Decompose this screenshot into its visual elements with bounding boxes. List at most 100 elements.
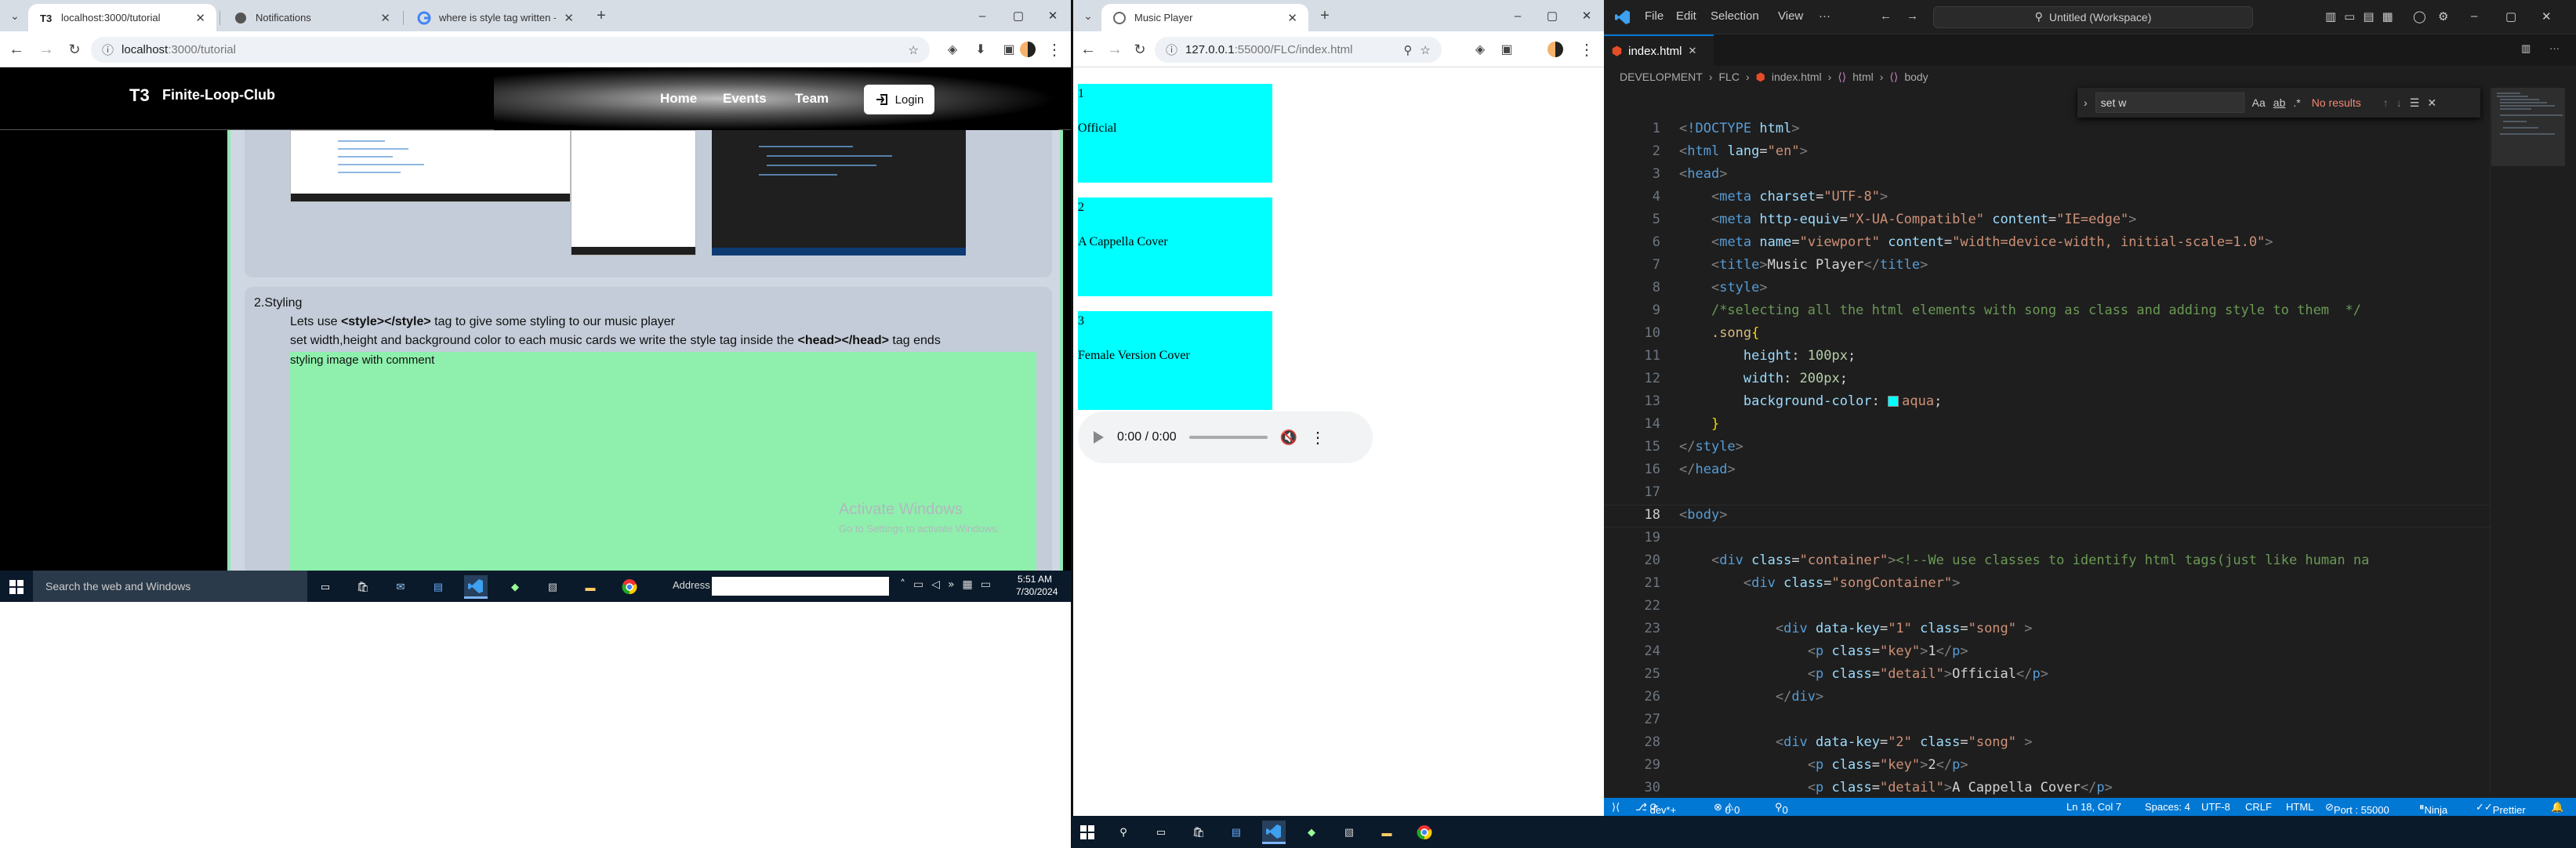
store-icon[interactable]: 🛍: [1187, 821, 1210, 844]
code-editor[interactable]: 1 2 3 4 5 6 7 8 9 10 11 12 13 14 15 16 1…: [1604, 118, 2490, 795]
minimize-button[interactable]: –: [1500, 0, 1536, 31]
code-line[interactable]: <head>: [1679, 166, 1727, 182]
code-line[interactable]: </style>: [1679, 439, 1743, 455]
vscode-taskbar-icon[interactable]: [1262, 821, 1286, 844]
site-brand[interactable]: T3 Finite-Loop-Club: [129, 85, 275, 105]
close-icon[interactable]: ✕: [1688, 45, 1696, 57]
match-case-icon[interactable]: Aa: [2252, 96, 2266, 109]
tray-icons[interactable]: ˄▭◁»▦▭: [900, 578, 999, 591]
reload-icon[interactable]: ↻: [1128, 38, 1152, 61]
remote-icon[interactable]: ⟩⟨: [1612, 801, 1620, 814]
extension-icon[interactable]: ◈: [941, 38, 964, 61]
menu-dots-icon[interactable]: ⋮: [1043, 38, 1066, 61]
menu-dots-icon[interactable]: ⋮: [1575, 38, 1598, 61]
problems-status[interactable]: ⊗ 0 ⚠ 0: [1714, 801, 1740, 816]
app-icon[interactable]: ▧: [541, 575, 564, 599]
command-center[interactable]: ⚲ Untitled (Workspace): [1933, 6, 2253, 28]
nav-team-link[interactable]: Team: [795, 91, 829, 107]
code-line[interactable]: }: [1679, 416, 1719, 432]
code-line[interactable]: <p class="detail">Official</p>: [1679, 666, 2048, 682]
window-close-button[interactable]: ✕: [2542, 9, 2552, 24]
close-icon[interactable]: ✕: [564, 11, 574, 25]
puzzle-icon[interactable]: ▣: [1495, 38, 1518, 61]
download-icon[interactable]: ⬇: [969, 38, 992, 61]
code-line[interactable]: <p class="key">2</p>: [1679, 757, 1968, 773]
minimize-button[interactable]: –: [2471, 9, 2477, 23]
nav-events-link[interactable]: Events: [723, 91, 767, 107]
code-line[interactable]: <div class="songContainer">: [1679, 575, 1960, 591]
layout-icons[interactable]: ▥▭▤▦: [2325, 9, 2401, 24]
ports-status[interactable]: ⚲ 0: [1775, 801, 1788, 816]
back-arrow-icon[interactable]: ←: [5, 38, 28, 61]
tab-google-search[interactable]: where is style tag written - Goo ✕: [406, 4, 585, 31]
eol-status[interactable]: CRLF: [2245, 801, 2272, 813]
audio-options-icon[interactable]: ⋮: [1310, 428, 1326, 448]
mail-icon[interactable]: ✉: [389, 575, 412, 599]
profile-avatar-icon[interactable]: [1016, 38, 1039, 61]
gear-icon[interactable]: ⚙: [2438, 9, 2448, 24]
nav-home-link[interactable]: Home: [660, 91, 697, 107]
whole-word-icon[interactable]: ab: [2273, 96, 2286, 109]
account-icon[interactable]: ◯: [2413, 9, 2426, 24]
code-line[interactable]: /*selecting all the html elements with s…: [1679, 303, 2361, 318]
git-icon[interactable]: ◆: [503, 575, 527, 599]
menu-edit[interactable]: Edit: [1676, 9, 1696, 23]
forward-arrow-icon[interactable]: →: [34, 38, 58, 61]
next-match-icon[interactable]: ↓: [2396, 96, 2402, 109]
code-line[interactable]: </div>: [1679, 689, 1823, 705]
file-explorer-icon[interactable]: ▬: [579, 575, 602, 599]
song-card-3[interactable]: 3 Female Version Cover: [1078, 311, 1272, 410]
chevron-right-icon[interactable]: ›: [2084, 96, 2088, 109]
ninja-status[interactable]: ⏸ Ninja: [2419, 801, 2447, 816]
task-view-icon[interactable]: ▭: [314, 575, 337, 599]
bookmark-star-icon[interactable]: ☆: [909, 43, 919, 57]
code-line[interactable]: <!DOCTYPE html>: [1679, 121, 1800, 136]
menu-selection[interactable]: Selection: [1711, 9, 1759, 23]
code-line[interactable]: <p class="detail">A Cappella Cover</p>: [1679, 780, 2113, 795]
mid-address-bar[interactable]: ⓘ 127.0.0.1:55000/FLC/index.html ⚲ ☆: [1155, 37, 1442, 63]
breadcrumb-item[interactable]: DEVELOPMENT: [1620, 71, 1703, 83]
tab-search-icon[interactable]: ⌄: [3, 4, 27, 27]
notepad-icon[interactable]: ▤: [1225, 821, 1248, 844]
task-view-icon[interactable]: ▭: [1149, 821, 1173, 844]
address-toolbar-input[interactable]: [712, 577, 889, 596]
find-in-selection-icon[interactable]: ☰: [2410, 96, 2420, 110]
menu-more[interactable]: ···: [1819, 9, 1830, 23]
code-line[interactable]: width: 200px;: [1679, 371, 1848, 386]
previous-match-icon[interactable]: ↑: [2383, 96, 2389, 109]
code-line[interactable]: <title>Music Player</title>: [1679, 257, 1928, 273]
tab-music-player[interactable]: Music Player ✕: [1101, 4, 1308, 31]
maximize-button[interactable]: ▢: [1000, 0, 1036, 31]
tab-index-html[interactable]: ⬢ index.html ✕: [1604, 34, 1714, 66]
back-arrow-icon[interactable]: ←: [1880, 9, 1892, 23]
new-tab-button[interactable]: +: [1313, 4, 1337, 27]
encoding-status[interactable]: UTF-8: [2201, 801, 2230, 813]
code-line[interactable]: <meta http-equiv="X-UA-Compatible" conte…: [1679, 212, 2137, 227]
maximize-button[interactable]: ▢: [1534, 0, 1570, 31]
chrome-taskbar-icon[interactable]: [1413, 821, 1436, 844]
git-icon[interactable]: ◆: [1300, 821, 1323, 844]
store-icon[interactable]: 🛍: [351, 575, 375, 599]
tab-notifications[interactable]: Notifications ✕: [223, 4, 401, 31]
breadcrumb-item[interactable]: index.html: [1772, 71, 1822, 83]
breadcrumb-item[interactable]: FLC: [1718, 71, 1739, 83]
back-arrow-icon[interactable]: ←: [1076, 38, 1100, 61]
close-icon[interactable]: ✕: [1287, 11, 1297, 25]
site-info-icon[interactable]: ⓘ: [102, 42, 114, 58]
forward-arrow-icon[interactable]: →: [1907, 9, 1918, 23]
menu-file[interactable]: File: [1645, 9, 1664, 23]
cursor-position[interactable]: Ln 18, Col 7: [2066, 801, 2121, 813]
code-line[interactable]: .song{: [1679, 325, 1759, 341]
vscode-taskbar-icon[interactable]: [464, 575, 488, 599]
login-button[interactable]: Login: [864, 85, 934, 114]
window-close-button[interactable]: ✕: [1035, 0, 1071, 31]
minimap[interactable]: [2490, 88, 2565, 793]
code-line[interactable]: <meta name="viewport" content="width=dev…: [1679, 234, 2273, 250]
maximize-button[interactable]: ▢: [2505, 9, 2516, 24]
minimize-button[interactable]: –: [964, 0, 1000, 31]
language-mode[interactable]: HTML: [2286, 801, 2313, 813]
breadcrumb-item[interactable]: html: [1852, 71, 1873, 83]
notifications-bell-icon[interactable]: 🔔: [2551, 801, 2563, 814]
tab-search-icon[interactable]: ⌄: [1076, 4, 1100, 27]
mute-icon[interactable]: 🔇: [1280, 429, 1297, 446]
